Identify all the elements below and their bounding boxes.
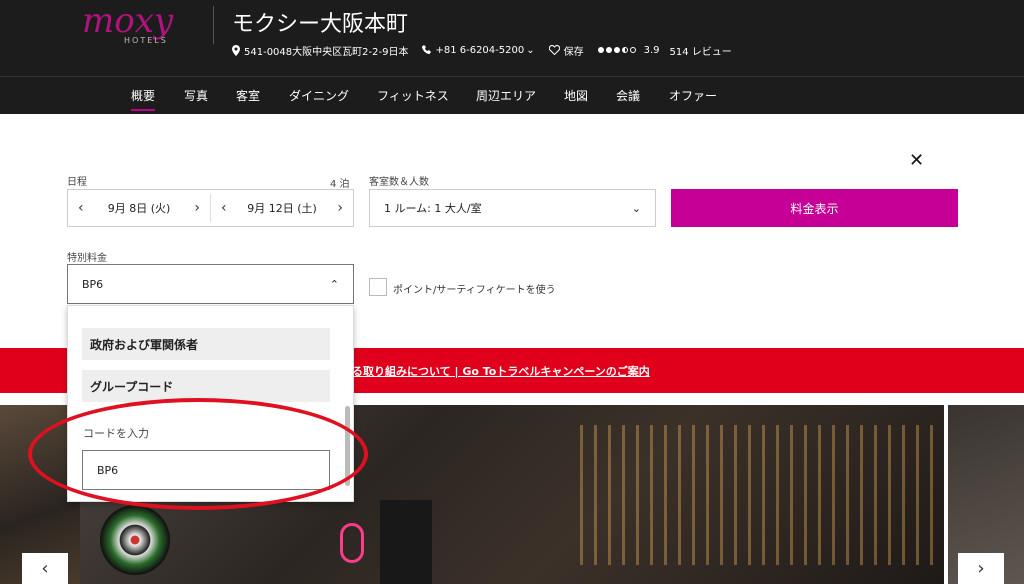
chevron-down-icon: ⌄ <box>631 201 641 215</box>
date-picker[interactable]: ‹ 9月 8日 (火) › ‹ 9月 12日 (土) › <box>67 189 354 227</box>
rating-dots-icon <box>597 47 638 53</box>
special-rates-select[interactable]: BP6 ⌃ <box>67 264 354 304</box>
tab-meetings[interactable]: 会議 <box>616 87 640 104</box>
tab-overview[interactable]: 概要 <box>131 87 156 111</box>
location-pin-icon <box>232 44 240 56</box>
header-divider <box>213 6 214 44</box>
phone-link[interactable]: +81 6-6204-5200 ⌄ <box>422 44 535 56</box>
dartboard-image <box>100 505 170 575</box>
hotel-name: モクシー大阪本町 <box>232 12 409 37</box>
carousel-prev-button[interactable]: ‹ <box>22 553 68 584</box>
main-nav: 概要 写真 客室 ダイニング フィットネス 周辺エリア 地図 会議 オファー <box>0 76 1024 114</box>
annotation-circle <box>28 398 368 510</box>
tab-offers[interactable]: オファー <box>669 87 717 104</box>
chevron-left-icon: ‹ <box>41 558 49 579</box>
rating-value: 3.9 <box>643 44 660 56</box>
chevron-down-icon: ⌄ <box>526 44 535 56</box>
tab-photos[interactable]: 写真 <box>184 87 208 104</box>
use-points-checkbox[interactable] <box>369 278 387 296</box>
bar-shelves <box>580 425 940 565</box>
phone-text: +81 6-6204-5200 <box>435 44 525 56</box>
logo-hotels-text: HOTELS <box>124 36 168 45</box>
checkout-prev-icon[interactable]: ‹ <box>211 200 237 216</box>
tab-map[interactable]: 地図 <box>564 87 588 104</box>
show-rates-button[interactable]: 料金表示 <box>671 189 958 227</box>
checkin-date[interactable]: 9月 8日 (火) <box>94 200 185 216</box>
address-link[interactable]: 541-0048大阪中央区瓦町2-2-9日本 <box>232 43 408 58</box>
menu-board <box>380 500 432 584</box>
save-button[interactable]: 保存 <box>548 43 584 58</box>
tab-fitness[interactable]: フィットネス <box>377 87 449 104</box>
reviews-link[interactable]: 514 レビュー <box>670 43 732 58</box>
special-rates-label: 特別料金 <box>67 253 107 264</box>
address-text: 541-0048大阪中央区瓦町2-2-9日本 <box>244 46 409 58</box>
chevron-up-icon: ⌃ <box>329 277 339 291</box>
nights-count: 4 泊 <box>330 179 350 190</box>
close-icon[interactable]: ✕ <box>909 150 924 171</box>
checkin-prev-icon[interactable]: ‹ <box>68 200 94 216</box>
special-rate-value: BP6 <box>82 277 104 291</box>
checkin-next-icon[interactable]: › <box>184 200 210 216</box>
tab-rooms[interactable]: 客室 <box>236 87 260 104</box>
neon-sign <box>340 523 364 563</box>
carousel-next-button[interactable]: › <box>958 553 1004 584</box>
chevron-right-icon: › <box>977 558 985 579</box>
save-label: 保存 <box>563 46 584 58</box>
checkout-next-icon[interactable]: › <box>327 200 353 216</box>
tab-area[interactable]: 周辺エリア <box>476 87 536 104</box>
phone-icon <box>422 45 432 54</box>
option-government-military[interactable]: 政府および軍関係者 <box>82 328 330 360</box>
checkout-date[interactable]: 9月 12日 (土) <box>237 200 328 216</box>
rooms-guests-select[interactable]: 1 ルーム: 1 大人/室 ⌄ <box>369 189 656 227</box>
rooms-label: 客室数＆人数 <box>369 177 429 188</box>
use-points-label[interactable]: ポイント/サーティフィケートを使う <box>393 281 556 296</box>
tab-dining[interactable]: ダイニング <box>289 87 349 104</box>
rating[interactable]: 3.9 514 レビュー <box>597 43 732 58</box>
rooms-value: 1 ルーム: 1 大人/室 <box>384 202 482 215</box>
site-header: moxy HOTELS モクシー大阪本町 541-0048大阪中央区瓦町2-2-… <box>0 0 1024 76</box>
hotel-info-row: 541-0048大阪中央区瓦町2-2-9日本 +81 6-6204-5200 ⌄… <box>232 42 746 58</box>
heart-icon <box>548 45 560 55</box>
banner-link[interactable]: る取り組みについて | Go Toトラベルキャンペーンのご案内 <box>352 363 650 379</box>
dates-label: 日程 <box>67 177 87 188</box>
